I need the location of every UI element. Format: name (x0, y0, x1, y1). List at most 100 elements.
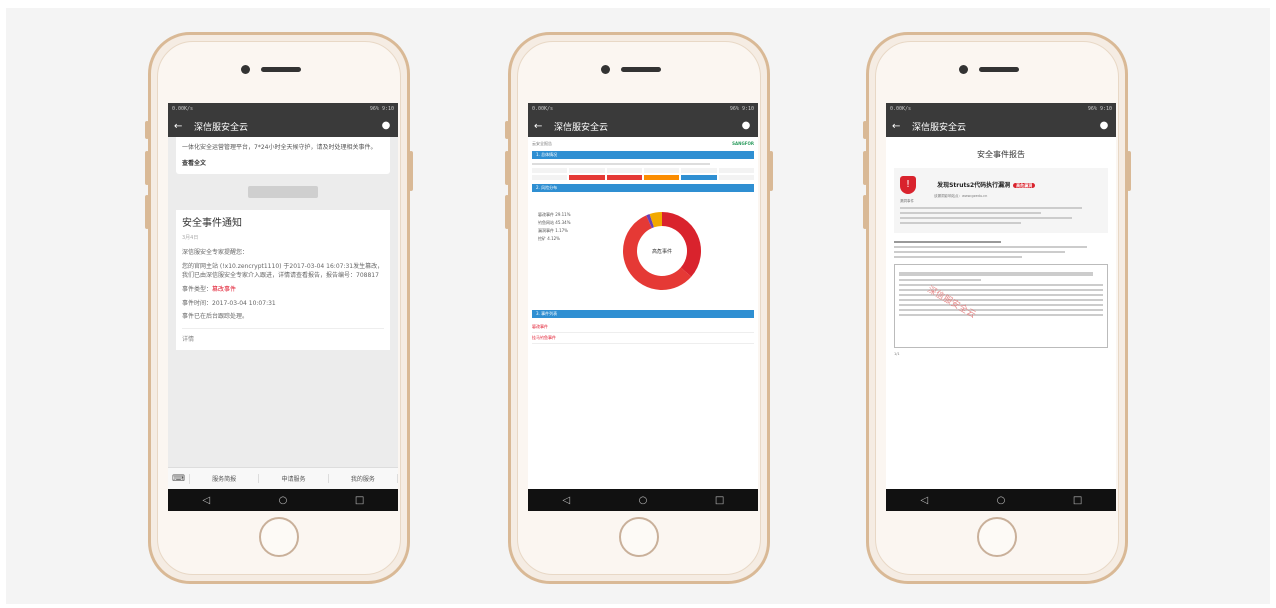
donut-chart: 高危事件 篡改事件 29.11% 钓鱼网站 45.34% 漏洞事件 1.17% 挖矿 4… (538, 211, 701, 290)
back-arrow-icon[interactable]: ← (534, 121, 548, 132)
event-type-label: 事件类型： (182, 285, 213, 293)
user-icon[interactable]: ● (380, 120, 392, 132)
status-right: 96% 9:10 (729, 106, 754, 112)
menu-my-service[interactable]: 我的服务 (329, 474, 398, 483)
event-date: 3月4日 (182, 235, 199, 242)
nav-back-icon[interactable]: ◁ (914, 495, 934, 506)
event-type-value: 篡改事件 (212, 285, 237, 293)
front-camera (241, 65, 250, 74)
legend-label: 挖矿 4.12% (538, 235, 560, 241)
app-bar: ← 深信服安全云 ● (168, 115, 398, 137)
event-title: 安全事件通知 (182, 218, 242, 230)
detail-link[interactable]: 详情 (182, 327, 384, 345)
volume-up-button (863, 151, 867, 185)
evidence-screenshot[interactable]: 深信服安全云 (894, 263, 1108, 348)
read-more-link[interactable]: 查看全文 (182, 159, 384, 169)
home-button[interactable] (259, 517, 299, 557)
severity-badge: 高危漏洞 (1013, 183, 1036, 188)
nav-home-icon[interactable]: ○ (991, 495, 1011, 506)
nav-back-icon[interactable]: ◁ (556, 495, 576, 506)
volume-down-button (145, 195, 149, 229)
vuln-title: 发现Struts2代码执行漏洞 (937, 182, 1011, 189)
evidence-text (894, 240, 1108, 258)
section-distribution: 2. 风险分布 (532, 184, 754, 192)
app-bar: ← 深信服安全云 ● (886, 115, 1116, 137)
event-body: 您的官网主站 (!x10.zencrypt1110) 于2017-03-04 1… (182, 262, 384, 280)
earpiece-speaker (261, 67, 301, 72)
status-left: 0.00K/s (890, 106, 912, 112)
timestamp-chip (248, 186, 318, 199)
status-left: 0.00K/s (532, 106, 554, 112)
phone-screen: 0.00K/s 96% 9:10 ← 深信服安全云 ● 安全事件报告 ! 发现S… (886, 103, 1116, 511)
legend-label: 篡改事件 29.11% (538, 211, 571, 217)
home-button[interactable] (619, 517, 659, 557)
volume-down-button (863, 195, 867, 229)
nav-back-icon[interactable]: ◁ (196, 495, 216, 506)
sangfor-logo: SANGFOR (732, 141, 754, 146)
side-button (505, 121, 509, 139)
vuln-card: ! 发现Struts2代码执行漏洞 高危漏洞 该漏洞影响站点：www.gzedu.… (894, 168, 1108, 233)
earpiece-speaker (621, 67, 661, 72)
vuln-title-wrap: 发现Struts2代码执行漏洞 高危漏洞 (937, 180, 1036, 189)
report-header: 云安全报告 SANGFOR (532, 141, 754, 147)
back-arrow-icon[interactable]: ← (174, 121, 188, 132)
phone-mockup-3: 0.00K/s 96% 9:10 ← 深信服安全云 ● 安全事件报告 ! 发现S… (863, 32, 1131, 584)
app-bar: ← 深信服安全云 ● (528, 115, 758, 137)
message-card-event[interactable]: 安全事件通知 3月4日 深信服安全专家提醒您： 您的官网主站 (!x10.zen… (176, 210, 390, 351)
event-time: 事件时间：2017-03-04 10:07:31 (182, 299, 276, 307)
side-button (145, 121, 149, 139)
section-event-list: 3. 事件列表 (532, 310, 754, 318)
user-icon[interactable]: ● (1098, 120, 1110, 132)
android-nav-bar: ◁ ○ □ (886, 489, 1116, 511)
nav-home-icon[interactable]: ○ (273, 495, 293, 506)
nav-recent-icon[interactable]: □ (350, 495, 370, 506)
donut-slice (649, 212, 663, 228)
overview-text (532, 163, 754, 165)
nav-recent-icon[interactable]: □ (1068, 495, 1088, 506)
section-overview: 1. 总体情况 (532, 151, 754, 159)
event-status: 事件已在后台跟踪处理。 (182, 313, 249, 321)
front-camera (601, 65, 610, 74)
shield-label: 漏洞事件 (900, 198, 914, 203)
volume-down-button (505, 195, 509, 229)
front-camera (959, 65, 968, 74)
table-row[interactable]: 挂马钓鱼事件 (532, 333, 754, 344)
android-nav-bar: ◁ ○ □ (528, 489, 758, 511)
greeting-text: 深信服安全专家提醒您： (182, 249, 249, 257)
power-button (1127, 151, 1131, 191)
message-card-previous[interactable]: 一体化安全运营管理平台，7*24小时全天候守护，请及时处理相关事件。 查看全文 (176, 137, 390, 175)
phone-screen: 0.00K/s 96% 9:10 ← 深信服安全云 ● 一体化安全运营管理平台，… (168, 103, 398, 511)
distribution-chart: 高危事件 篡改事件 29.11% 钓鱼网站 45.34% 漏洞事件 1.17% 挖矿 4… (532, 196, 754, 306)
table-row[interactable]: 篡改事件 (532, 322, 754, 333)
event-type-line: 事件类型：篡改事件 (182, 285, 384, 295)
report-title: 安全事件报告 (977, 150, 1025, 159)
menu-bar: ⌨ 服务简报 申请服务 我的服务 (168, 467, 398, 489)
page-footer: 1/1 (894, 351, 900, 356)
volume-up-button (505, 151, 509, 185)
report-header-left: 云安全报告 (532, 141, 552, 146)
home-button[interactable] (977, 517, 1017, 557)
legend-label: 钓鱼网站 45.34% (538, 219, 571, 225)
android-nav-bar: ◁ ○ □ (168, 489, 398, 511)
status-left: 0.00K/s (172, 106, 194, 112)
event-list: 篡改事件 挂马钓鱼事件 (532, 322, 754, 344)
message-preview: 一体化安全运营管理平台，7*24小时全天候守护，请及时处理相关事件。 (182, 144, 377, 151)
earpiece-speaker (979, 67, 1019, 72)
menu-apply-service[interactable]: 申请服务 (259, 474, 329, 483)
legend-label: 漏洞事件 1.17% (538, 227, 568, 233)
back-arrow-icon[interactable]: ← (892, 121, 906, 132)
keyboard-icon[interactable]: ⌨ (168, 473, 190, 484)
app-title: 深信服安全云 (912, 122, 967, 133)
event-report-body[interactable]: 安全事件报告 ! 发现Struts2代码执行漏洞 高危漏洞 该漏洞影响站点：www… (886, 137, 1116, 489)
user-icon[interactable]: ● (740, 120, 752, 132)
status-right: 96% 9:10 (369, 106, 394, 112)
nav-home-icon[interactable]: ○ (633, 495, 653, 506)
phone-mockup-1: 0.00K/s 96% 9:10 ← 深信服安全云 ● 一体化安全运营管理平台，… (145, 32, 413, 584)
phone-mockup-2: 0.00K/s 96% 9:10 ← 深信服安全云 ● 云安全报告 SANGFO… (505, 32, 773, 584)
nav-recent-icon[interactable]: □ (710, 495, 730, 506)
side-button (863, 121, 867, 139)
status-bar: 0.00K/s 96% 9:10 (886, 103, 1116, 115)
report-body[interactable]: 云安全报告 SANGFOR 1. 总体情况 2. 风险分布 高危事件 篡改事件 2… (528, 137, 758, 489)
status-bar: 0.00K/s 96% 9:10 (528, 103, 758, 115)
menu-service-brief[interactable]: 服务简报 (190, 474, 260, 483)
